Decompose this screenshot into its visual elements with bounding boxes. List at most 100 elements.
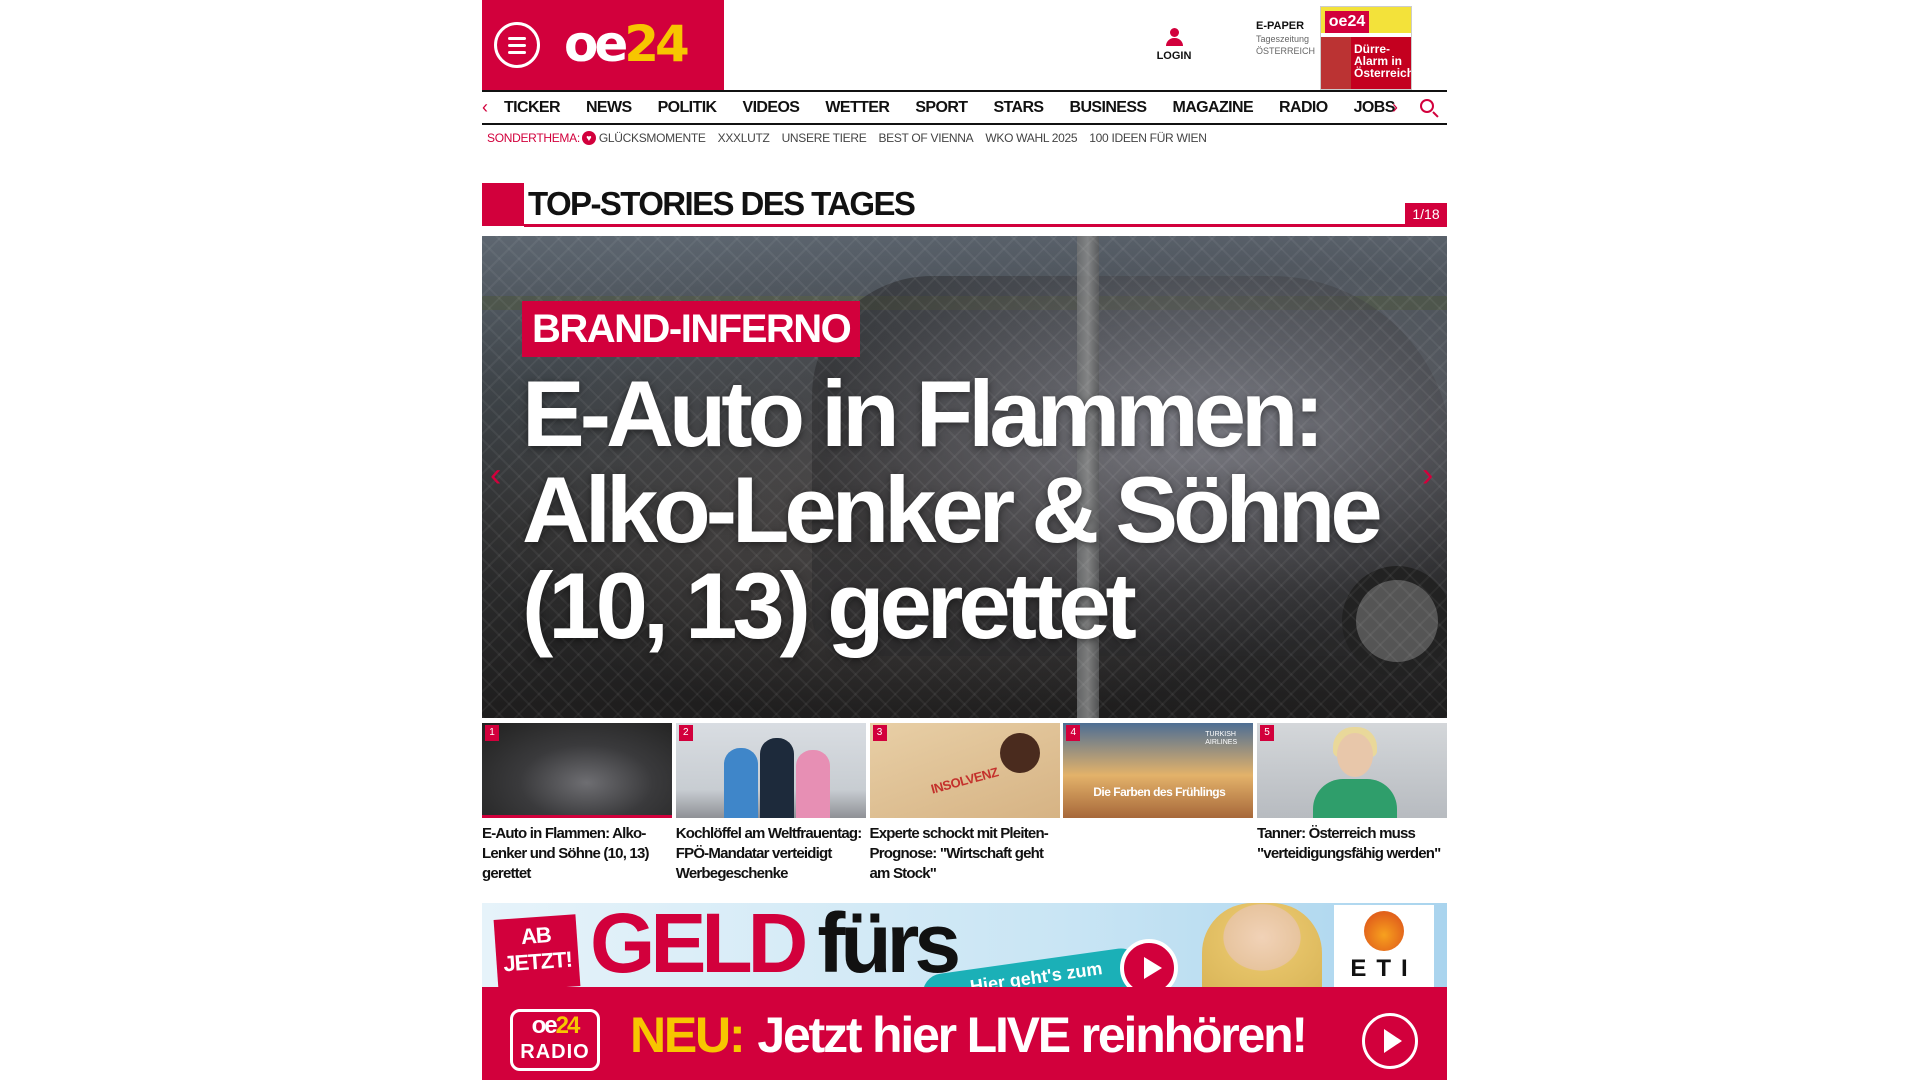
thumb-person bbox=[795, 750, 830, 818]
thumb-image-text: Die Farben des Frühlings bbox=[1093, 785, 1226, 799]
menu-icon-bar bbox=[508, 44, 526, 47]
story-thumbnails: 1 E-Auto in Flammen: Alko-Lenker und Söh… bbox=[482, 723, 1447, 884]
nav-item-wetter[interactable]: WETTER bbox=[825, 92, 890, 123]
search-icon bbox=[1420, 99, 1434, 113]
nav-item-ticker[interactable]: TICKER bbox=[504, 92, 561, 123]
nav-prev-arrow[interactable]: ‹ bbox=[482, 97, 494, 117]
radio-logo-text: oe24 bbox=[513, 1012, 597, 1040]
sub-nav-item-gluecksmomente[interactable]: GLÜCKSMOMENTE bbox=[599, 131, 706, 145]
slide-counter: 1/18 bbox=[1405, 203, 1447, 225]
hero-story[interactable]: BRAND-INFERNO E-Auto in Flammen: Alko-Le… bbox=[482, 236, 1447, 718]
thumb-title[interactable]: Tanner: Österreich muss "verteidigungsfä… bbox=[1257, 824, 1447, 864]
ad-brand-logo: ETI bbox=[1334, 905, 1434, 989]
thumb-title[interactable]: Kochlöffel am Weltfrauentag: FPÖ-Mandata… bbox=[676, 824, 866, 884]
play-icon[interactable] bbox=[1362, 1013, 1418, 1069]
brand-header: oe24 bbox=[482, 0, 724, 90]
sun-icon bbox=[1364, 911, 1404, 951]
login-label: LOGIN bbox=[1156, 50, 1192, 62]
nav-item-stars[interactable]: STARS bbox=[993, 92, 1044, 123]
site-logo[interactable]: oe24 bbox=[564, 14, 690, 74]
cover-photo bbox=[1321, 37, 1351, 89]
radio-logo: oe24 RADIO bbox=[510, 1009, 600, 1071]
thumb-person-body bbox=[1313, 779, 1397, 818]
ad-banner[interactable]: AB JETZT! GELD fürs Hier geht's zum ETI bbox=[482, 903, 1447, 989]
ad-brand-label: ETI bbox=[1350, 955, 1418, 982]
thumb-image-text: INSOLVENZ bbox=[928, 764, 1000, 797]
thumb-person bbox=[759, 738, 794, 818]
sub-nav-item-100-ideen[interactable]: 100 IDEEN FÜR WIEN bbox=[1089, 131, 1207, 145]
radio-cta-text: Jetzt hier LIVE reinhören! bbox=[757, 1007, 1308, 1063]
menu-icon-bar bbox=[508, 51, 526, 54]
thumb-title[interactable]: E-Auto in Flammen: Alko-Lenker und Söhne… bbox=[482, 824, 672, 884]
user-icon bbox=[1166, 28, 1183, 48]
section-title: TOP-STORIES DES TAGES bbox=[528, 185, 916, 222]
nav-item-news[interactable]: NEWS bbox=[586, 92, 632, 123]
play-icon[interactable] bbox=[1120, 939, 1178, 989]
nav-item-business[interactable]: BUSINESS bbox=[1070, 92, 1148, 123]
ad-badge: AB JETZT! bbox=[493, 914, 581, 989]
nav-item-videos[interactable]: VIDEOS bbox=[743, 92, 800, 123]
thumb-number: 4 bbox=[1066, 725, 1081, 741]
ad-person-image bbox=[1202, 903, 1322, 989]
radio-text[interactable]: NEU: Jetzt hier LIVE reinhören! bbox=[630, 1005, 1308, 1065]
nav-item-jobs[interactable]: JOBS bbox=[1354, 92, 1396, 123]
epaper-subtitle: Tageszeitung bbox=[1256, 34, 1310, 44]
radio-logo-label: RADIO bbox=[520, 1041, 590, 1063]
sub-nav-label: SONDERTHEMA: bbox=[487, 131, 580, 145]
cover-headline: Dürre-Alarm in Österreich bbox=[1351, 37, 1411, 89]
nav-next-arrow[interactable]: › bbox=[1392, 97, 1404, 117]
logo-oe: oe bbox=[564, 15, 628, 73]
radio-banner[interactable]: oe24 RADIO NEU: Jetzt hier LIVE reinhören… bbox=[482, 987, 1447, 1080]
logo-24: 24 bbox=[624, 15, 690, 73]
thumb-title[interactable]: Experte schockt mit Pleiten-Prognose: "W… bbox=[870, 824, 1060, 884]
search-icon-handle bbox=[1432, 111, 1439, 118]
ad-headline-1: GELD bbox=[590, 903, 808, 989]
sub-nav-item-wko-wahl[interactable]: WKO WAHL 2025 bbox=[985, 131, 1077, 145]
story-thumb[interactable]: 5 Tanner: Österreich muss "verteidigungs… bbox=[1257, 723, 1447, 884]
main-nav: ‹ TICKER NEWS POLITIK VIDEOS WETTER SPOR… bbox=[482, 90, 1447, 125]
section-rule bbox=[524, 224, 1447, 227]
epaper-cover-image[interactable]: oe24 Dürre-Alarm in Österreich bbox=[1320, 6, 1412, 90]
heart-icon: ♥ bbox=[581, 131, 596, 145]
story-thumb[interactable]: 2 Kochlöffel am Weltfrauentag: FPÖ-Manda… bbox=[675, 723, 866, 884]
ad-headline: GELD fürs bbox=[590, 903, 961, 989]
epaper-title: E-PAPER bbox=[1256, 20, 1305, 32]
thumb-image: 2 bbox=[675, 723, 866, 818]
epaper-link[interactable]: E-PAPER Tageszeitung ÖSTERREICH bbox=[1256, 20, 1326, 56]
sub-nav: SONDERTHEMA: ♥ GLÜCKSMOMENTE XXXLUTZ UNS… bbox=[487, 130, 1219, 146]
radio-logo-oe: oe bbox=[531, 1012, 558, 1039]
thumb-image: INSOLVENZ 3 bbox=[869, 723, 1060, 818]
menu-icon-bar bbox=[508, 37, 526, 40]
search-button[interactable] bbox=[1420, 99, 1442, 119]
thumb-number: 3 bbox=[872, 725, 887, 741]
thumb-image: TURKISH AIRLINES Die Farben des Frühling… bbox=[1063, 723, 1254, 818]
nav-items: TICKER NEWS POLITIK VIDEOS WETTER SPORT … bbox=[504, 92, 1421, 123]
story-thumb[interactable]: TURKISH AIRLINES Die Farben des Frühling… bbox=[1063, 723, 1254, 884]
thumb-number: 1 bbox=[485, 725, 499, 741]
thumb-number: 2 bbox=[678, 725, 693, 741]
sub-nav-item-unsere-tiere[interactable]: UNSERE TIERE bbox=[782, 131, 867, 145]
hero-title[interactable]: E-Auto in Flammen: Alko-Lenker & Söhne (… bbox=[522, 366, 1422, 654]
thumb-person bbox=[723, 748, 758, 818]
epaper-subtitle-2: ÖSTERREICH bbox=[1256, 46, 1316, 56]
sub-nav-item-best-of-vienna[interactable]: BEST OF VIENNA bbox=[878, 131, 973, 145]
story-thumb[interactable]: INSOLVENZ 3 Experte schockt mit Pleiten-… bbox=[869, 723, 1060, 884]
hero-prev-arrow[interactable]: ‹ bbox=[490, 456, 501, 495]
thumb-image: 1 bbox=[482, 723, 672, 818]
nav-item-magazine[interactable]: MAGAZINE bbox=[1173, 92, 1254, 123]
nav-item-politik[interactable]: POLITIK bbox=[658, 92, 718, 123]
radio-logo-24: 24 bbox=[555, 1012, 581, 1039]
story-thumb[interactable]: 1 E-Auto in Flammen: Alko-Lenker und Söh… bbox=[482, 723, 672, 884]
login-button[interactable]: LOGIN bbox=[1154, 28, 1194, 62]
menu-button[interactable] bbox=[494, 22, 540, 68]
hero-next-arrow[interactable]: › bbox=[1422, 456, 1433, 495]
nav-item-sport[interactable]: SPORT bbox=[915, 92, 968, 123]
cover-logo: oe24 bbox=[1325, 11, 1369, 33]
nav-item-radio[interactable]: RADIO bbox=[1279, 92, 1328, 123]
radio-new-label: NEU: bbox=[630, 1007, 746, 1063]
page: oe24 LOGIN E-PAPER Tageszeitung ÖSTERREI… bbox=[482, 0, 1447, 1080]
hero-kicker: BRAND-INFERNO bbox=[522, 301, 861, 357]
thumb-image-brand: TURKISH AIRLINES bbox=[1205, 731, 1238, 746]
thumb-image: 5 bbox=[1257, 723, 1447, 818]
sub-nav-item-xxxlutz[interactable]: XXXLUTZ bbox=[718, 131, 770, 145]
